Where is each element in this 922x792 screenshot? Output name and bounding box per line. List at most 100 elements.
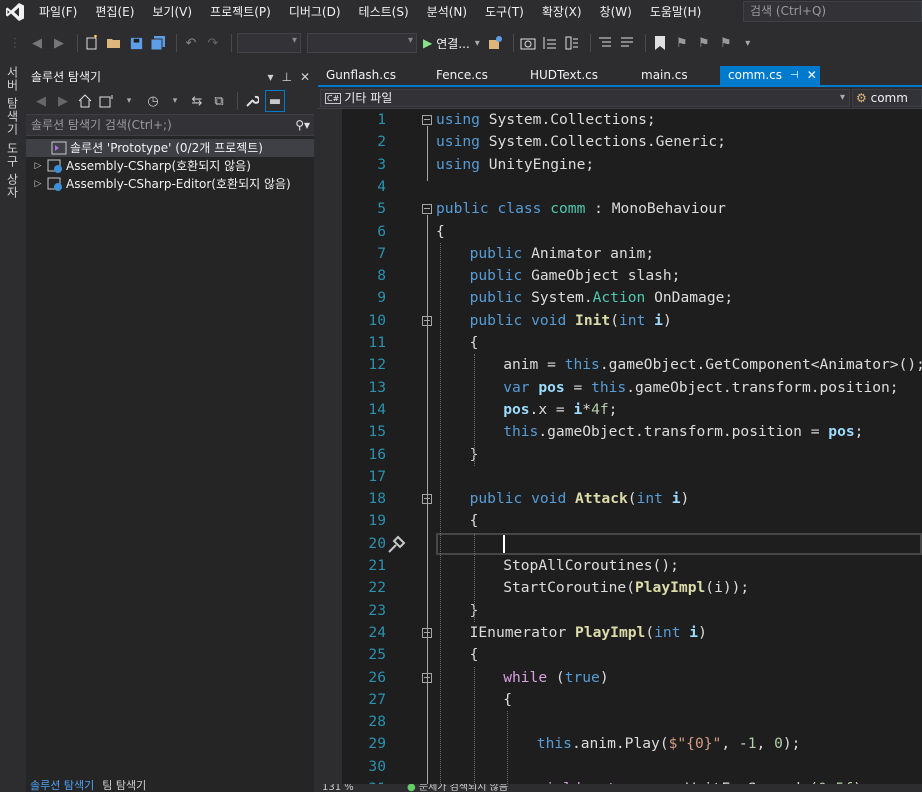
- tab-fence-cs[interactable]: Fence.cs: [428, 66, 522, 85]
- zoom-level[interactable]: 131 %: [322, 784, 354, 792]
- code-token: (i));: [705, 579, 750, 597]
- line-number: 14: [368, 400, 386, 418]
- tree-item[interactable]: ▷ Assembly-CSharp(호환되지 않음): [26, 157, 314, 175]
- menu-item[interactable]: 도움말(H): [641, 0, 711, 24]
- screenshot-icon[interactable]: [519, 32, 537, 54]
- navigate-forward-icon[interactable]: ▶: [50, 32, 68, 54]
- prev-bookmark-icon[interactable]: ⚑: [673, 32, 691, 54]
- collapse-region-icon[interactable]: [422, 204, 432, 215]
- new-project-icon[interactable]: [83, 32, 101, 54]
- visual-studio-logo-icon[interactable]: [0, 0, 30, 24]
- save-icon[interactable]: [127, 32, 145, 54]
- code-token: using: [436, 133, 480, 151]
- forward-icon[interactable]: ▶: [54, 90, 72, 112]
- attach-unity-icon[interactable]: [486, 32, 504, 54]
- clear-bookmarks-icon[interactable]: ⚑: [717, 32, 735, 54]
- code-token: =: [564, 378, 592, 396]
- toolbar-overflow-icon[interactable]: ▾: [739, 32, 757, 54]
- code-text: public GameObject slash;: [470, 265, 681, 287]
- back-icon[interactable]: ◀: [32, 90, 50, 112]
- close-tab-icon[interactable]: ✕: [807, 66, 817, 85]
- code-token: {: [469, 512, 479, 530]
- chevron-down-icon[interactable]: ▾: [120, 90, 138, 112]
- toolbar-separator: [231, 34, 232, 52]
- next-bookmark-icon[interactable]: ⚑: [695, 32, 713, 54]
- menu-item[interactable]: 디버그(D): [280, 0, 350, 24]
- code-token: PlayImpl: [634, 579, 706, 597]
- solution-explorer-title-bar: 솔루션 탐색기 ▾ ⊥ ✕: [26, 66, 314, 88]
- search-icon[interactable]: ⚲▾: [295, 115, 310, 135]
- pending-changes-filter-icon[interactable]: ◷: [144, 90, 162, 112]
- code-line: 10 public void Init(int i): [318, 310, 922, 332]
- tab-gunflash-cs[interactable]: Gunflash.cs: [318, 66, 428, 85]
- code-token: ;: [854, 423, 864, 441]
- code-text: StopAllCoroutines();: [503, 555, 679, 577]
- quick-launch-search[interactable]: 검색 (Ctrl+Q): [743, 1, 922, 22]
- window-position-icon[interactable]: ▾: [267, 66, 273, 88]
- tab-main-cs[interactable]: main.cs: [633, 66, 720, 85]
- code-token: true: [564, 668, 600, 686]
- sync-with-active-document-icon[interactable]: ⇆: [188, 90, 206, 112]
- code-line: 24 IEnumerator PlayImpl(int i): [318, 622, 922, 644]
- code-editor[interactable]: 1 using System.Collections; 2 using System.…: [318, 109, 922, 792]
- menu-item[interactable]: 테스트(S): [350, 0, 418, 24]
- code-text: using UnityEngine;: [436, 154, 594, 176]
- code-token: i: [689, 623, 699, 641]
- menu-item[interactable]: 프로젝트(P): [201, 0, 280, 24]
- solution-explorer-search[interactable]: 솔루션 탐색기 검색(Ctrl+;) ⚲▾: [26, 114, 314, 136]
- line-number: 8: [377, 267, 386, 285]
- line-number: 6: [377, 222, 386, 240]
- code-text: anim = this.gameObject.GetComponent<Anim…: [503, 354, 922, 376]
- solution-explorer-panel: 솔루션 탐색기 ▾ ⊥ ✕ ◀ ▶ ▾ ◷ ▾ ⇆ ⧉ ▬ 솔루션 탐색기 검색…: [26, 66, 314, 792]
- chevron-down-icon[interactable]: ▾: [166, 90, 184, 112]
- tab-comm-cs[interactable]: comm.cs ⊣ ✕: [720, 66, 820, 85]
- menu-item[interactable]: 보기(V): [143, 0, 201, 24]
- expand-arrow-icon[interactable]: ▷: [32, 157, 44, 175]
- tree-item[interactable]: 솔루션 'Prototype' (0/2개 프로젝트): [26, 139, 314, 157]
- undo-icon[interactable]: ↶: [182, 32, 200, 54]
- pin-tab-icon[interactable]: ⊣: [790, 66, 799, 85]
- bookmark-list-icon[interactable]: [563, 32, 581, 54]
- code-token: pos: [538, 378, 565, 396]
- indent-guide: [507, 711, 509, 792]
- menu-item[interactable]: 편집(E): [86, 0, 143, 24]
- menu-item[interactable]: 도구(T): [476, 0, 533, 24]
- code-token: 0: [774, 735, 783, 753]
- close-icon[interactable]: ✕: [300, 66, 310, 88]
- tree-item[interactable]: ▷ Assembly-CSharp-Editor(호환되지 않음): [26, 175, 314, 193]
- navigate-back-icon[interactable]: ◀: [28, 32, 46, 54]
- code-text: StartCoroutine(PlayImpl(i));: [503, 577, 749, 599]
- preview-selected-items-icon[interactable]: ▬: [265, 90, 285, 112]
- tab-hudtext-cs[interactable]: HUDText.cs: [522, 66, 633, 85]
- menu-item[interactable]: 창(W): [591, 0, 641, 24]
- toolbox-tab[interactable]: 도구 상자: [4, 142, 21, 199]
- menu-item[interactable]: 파일(F): [30, 0, 86, 24]
- redo-icon[interactable]: ↷: [204, 32, 222, 54]
- switch-views-icon[interactable]: [98, 90, 116, 112]
- server-explorer-tab[interactable]: 서버 탐색기: [4, 66, 21, 136]
- code-token: ;: [608, 400, 618, 418]
- tab-solution-explorer[interactable]: 솔루션 탐색기: [26, 780, 98, 792]
- tab-team-explorer[interactable]: 팀 탐색기: [98, 780, 150, 792]
- collapse-all-icon[interactable]: ⧉: [210, 90, 228, 112]
- bookmark-icon[interactable]: [651, 32, 669, 54]
- open-file-icon[interactable]: [105, 32, 123, 54]
- comment-lines-icon[interactable]: [596, 32, 614, 54]
- issues-status[interactable]: 문제가 검색되지 않음: [419, 784, 508, 792]
- solution-platforms-dropdown[interactable]: [307, 33, 417, 53]
- menu-item[interactable]: 확장(X): [533, 0, 591, 24]
- start-debugging-button[interactable]: ▶ 연결... ▾: [423, 35, 480, 52]
- project-dropdown[interactable]: C# 기타 파일 ▾: [320, 89, 850, 107]
- solution-configurations-dropdown[interactable]: [237, 33, 301, 53]
- menu-item[interactable]: 분석(N): [418, 0, 476, 24]
- properties-wrench-icon[interactable]: [243, 90, 261, 112]
- code-token: while: [503, 668, 548, 686]
- save-all-icon[interactable]: [149, 32, 167, 54]
- home-icon[interactable]: [76, 90, 94, 112]
- pin-icon[interactable]: ⊥: [281, 66, 291, 88]
- type-dropdown[interactable]: ⚙ comm: [852, 89, 922, 107]
- expand-arrow-icon[interactable]: ▷: [32, 175, 44, 193]
- step-icon[interactable]: [541, 32, 559, 54]
- uncomment-lines-icon[interactable]: [618, 32, 636, 54]
- collapse-region-icon[interactable]: [422, 115, 432, 125]
